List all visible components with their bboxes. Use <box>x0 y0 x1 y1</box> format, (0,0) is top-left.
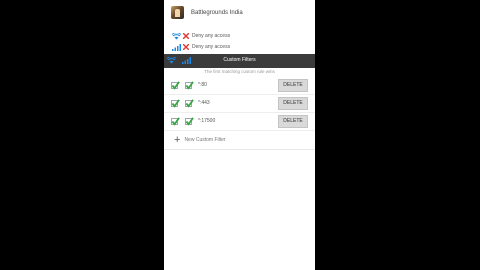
filter-rule: *:80 <box>198 82 207 88</box>
filter-rule: *:17500 <box>198 118 216 124</box>
delete-button[interactable]: DELETE <box>278 97 308 110</box>
data-checkbox[interactable] <box>185 99 194 108</box>
data-checkbox[interactable] <box>185 81 194 90</box>
wifi-checkbox[interactable] <box>171 99 180 108</box>
permission-text: Deny any access <box>192 33 231 39</box>
dialog-subtitle: The first matching custom rule wins <box>204 69 275 74</box>
dialog-header: Custom Filters <box>164 54 315 68</box>
permission-text: Deny any access <box>192 44 231 50</box>
permission-row-data[interactable]: Deny any access <box>172 43 230 51</box>
new-filter-label: New Custom Filter <box>184 137 226 143</box>
filter-rule: *:443 <box>198 100 210 106</box>
deny-icon <box>183 33 189 39</box>
wifi-checkbox[interactable] <box>171 81 180 90</box>
filter-row: *:80 DELETE <box>164 78 315 95</box>
app-entry[interactable]: Battlegrounds India <box>171 6 243 19</box>
wifi-icon <box>172 32 181 39</box>
dialog-title: Custom Filters <box>223 57 256 63</box>
divider <box>164 149 315 150</box>
filter-row: *:17500 DELETE <box>164 114 315 131</box>
new-filter-button[interactable]: + New Custom Filter <box>174 134 226 146</box>
app-icon <box>171 6 184 19</box>
delete-button[interactable]: DELETE <box>278 115 308 128</box>
app-name: Battlegrounds India <box>191 9 243 16</box>
phone-screen: Battlegrounds India Deny any access Deny… <box>164 0 315 270</box>
permission-row-wifi[interactable]: Deny any access <box>172 32 230 40</box>
signal-icon <box>172 43 181 51</box>
delete-button[interactable]: DELETE <box>278 79 308 92</box>
wifi-checkbox[interactable] <box>171 117 180 126</box>
filter-row: *:443 DELETE <box>164 96 315 113</box>
plus-icon: + <box>174 134 181 146</box>
deny-icon <box>183 44 189 50</box>
data-checkbox[interactable] <box>185 117 194 126</box>
